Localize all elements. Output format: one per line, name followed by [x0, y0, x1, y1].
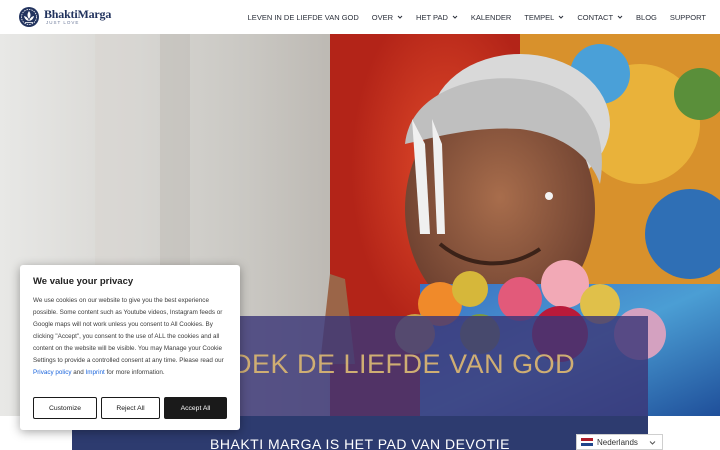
customize-button[interactable]: Customize [33, 397, 97, 419]
brand-tagline: JUST LOVE [46, 20, 80, 26]
nav-item-label: KALENDER [470, 12, 512, 22]
chevron-down-icon [617, 15, 623, 19]
nav-item-label: BLOG [636, 12, 657, 22]
imprint-link[interactable]: Imprint [86, 369, 105, 376]
cookie-description: We use cookies on our website to give yo… [33, 295, 227, 379]
nl-flag-icon [581, 438, 593, 447]
language-label: Nederlands [597, 437, 638, 447]
cookie-text: We use cookies on our website to give yo… [33, 297, 224, 364]
lotus-logo-icon [19, 7, 39, 27]
chevron-down-icon [649, 441, 656, 445]
nav-item-tempel[interactable]: TEMPEL [524, 13, 564, 22]
nav-item-label: HET PAD [416, 12, 448, 22]
cookie-title: We value your privacy [33, 276, 134, 287]
nav-item-label: LEVEN IN DE LIEFDE VAN GOD [247, 12, 359, 22]
cookie-consent-dialog: We value your privacy We use cookies on … [20, 265, 240, 430]
cookie-actions: Customize Reject All Accept All [33, 397, 227, 419]
hero-headline: DEK DE LIEFDE VAN GOD [232, 349, 576, 379]
language-switcher[interactable]: Nederlands [576, 434, 663, 450]
nav-item-kalender[interactable]: KALENDER [471, 13, 511, 22]
nav-item-support[interactable]: SUPPORT [670, 13, 706, 22]
nav-item-leven[interactable]: LEVEN IN DE LIEFDE VAN GOD [248, 13, 359, 22]
logo[interactable]: BhaktiMarga JUST LOVE [18, 5, 111, 29]
chevron-down-icon [558, 15, 564, 19]
nav-item-label: CONTACT [577, 12, 614, 22]
reject-all-button[interactable]: Reject All [101, 397, 160, 419]
nav-item-het-pad[interactable]: HET PAD [416, 13, 458, 22]
nav-item-label: OVER [371, 12, 394, 22]
cookie-text-end: for more information. [104, 369, 165, 376]
nav-item-contact[interactable]: CONTACT [577, 13, 623, 22]
privacy-policy-link[interactable]: Privacy policy [33, 369, 72, 376]
brand-title: BhaktiMarga [44, 7, 112, 22]
nav-item-over[interactable]: OVER [372, 13, 403, 22]
nav-item-label: SUPPORT [669, 12, 706, 22]
site-header: BhaktiMarga JUST LOVE LEVEN IN DE LIEFDE… [0, 0, 720, 34]
chevron-down-icon [397, 15, 403, 19]
intro-heading: BHAKTI MARGA IS HET PAD VAN DEVOTIE [210, 436, 510, 450]
main-nav: LEVEN IN DE LIEFDE VAN GOD OVER HET PAD … [235, 0, 706, 34]
nav-item-label: TEMPEL [524, 12, 555, 22]
accept-all-button[interactable]: Accept All [164, 397, 227, 419]
chevron-down-icon [452, 15, 458, 19]
nav-item-blog[interactable]: BLOG [636, 13, 657, 22]
cookie-and-text: and [71, 369, 86, 376]
